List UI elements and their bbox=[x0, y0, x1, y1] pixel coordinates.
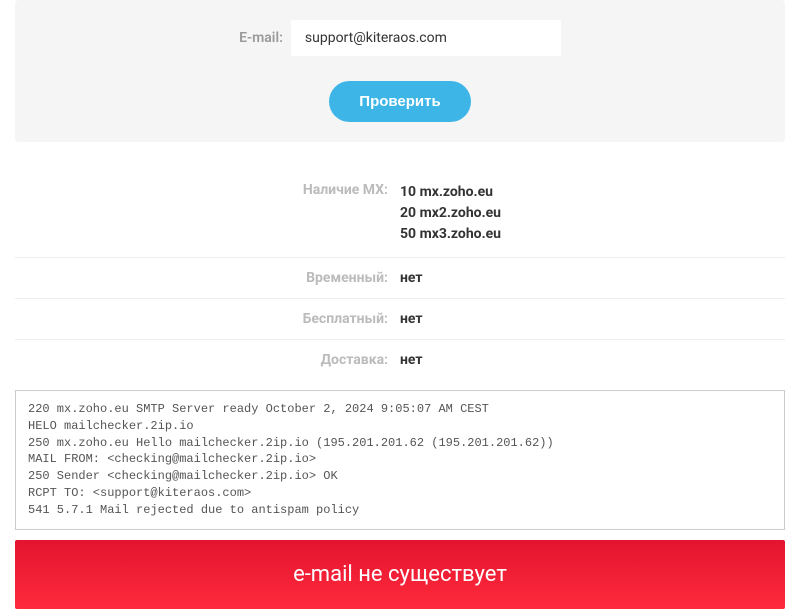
email-label: E-mail: bbox=[239, 30, 283, 46]
email-input-row: E-mail: bbox=[35, 20, 765, 56]
delivery-label: Доставка: bbox=[15, 352, 400, 368]
status-banner: e-mail не существует bbox=[15, 540, 785, 609]
mx-record: 10 mx.zoho.eu bbox=[400, 182, 785, 203]
free-label: Бесплатный: bbox=[15, 311, 400, 327]
delivery-row: Доставка: нет bbox=[15, 340, 785, 380]
mx-row: Наличие MX: 10 mx.zoho.eu 20 mx2.zoho.eu… bbox=[15, 162, 785, 258]
free-value: нет bbox=[400, 311, 785, 327]
temporary-row: Временный: нет bbox=[15, 258, 785, 299]
mx-record: 50 mx3.zoho.eu bbox=[400, 224, 785, 245]
temporary-label: Временный: bbox=[15, 270, 400, 286]
mx-value: 10 mx.zoho.eu 20 mx2.zoho.eu 50 mx3.zoho… bbox=[400, 182, 785, 245]
email-form-section: E-mail: Проверить bbox=[15, 0, 785, 142]
smtp-log: 220 mx.zoho.eu SMTP Server ready October… bbox=[15, 390, 785, 530]
results-section: Наличие MX: 10 mx.zoho.eu 20 mx2.zoho.eu… bbox=[0, 142, 800, 380]
temporary-value: нет bbox=[400, 270, 785, 286]
check-button[interactable]: Проверить bbox=[329, 81, 470, 122]
mx-label: Наличие MX: bbox=[15, 182, 400, 198]
email-input[interactable] bbox=[291, 20, 561, 56]
delivery-value: нет bbox=[400, 352, 785, 368]
mx-record: 20 mx2.zoho.eu bbox=[400, 203, 785, 224]
free-row: Бесплатный: нет bbox=[15, 299, 785, 340]
